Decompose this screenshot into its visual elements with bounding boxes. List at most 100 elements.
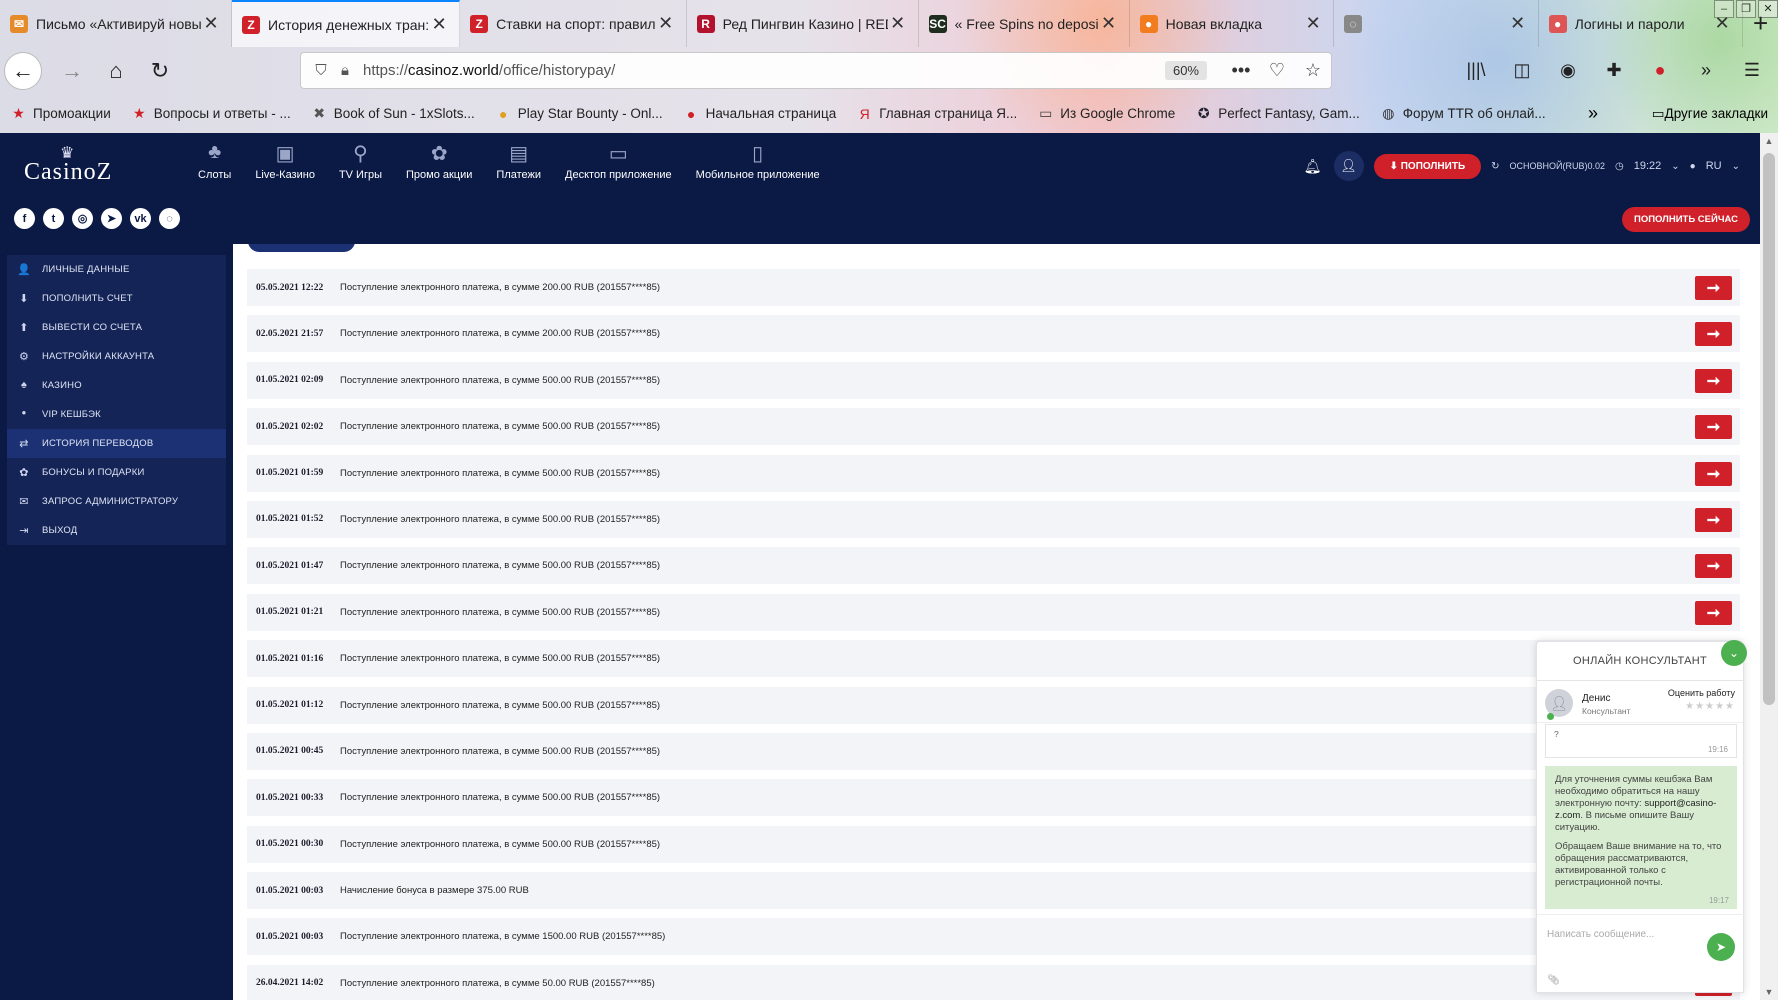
download-icon: ⬇ bbox=[19, 292, 29, 305]
scrollbar-thumb[interactable] bbox=[1763, 153, 1775, 705]
browser-tab[interactable]: Z Ставки на спорт: правил ✕ bbox=[460, 0, 687, 47]
browser-tab[interactable]: ◌ ✕ bbox=[1334, 0, 1539, 47]
deposit-now-button[interactable]: ПОПОЛНИТЬ СЕЙЧАС bbox=[1621, 207, 1750, 232]
chat-message-input[interactable]: Написать сообщение... bbox=[1547, 929, 1654, 940]
details-arrow-button[interactable]: ➞ bbox=[1695, 276, 1732, 300]
sidebar-icon[interactable]: ◫ bbox=[1506, 53, 1538, 87]
clock-time[interactable]: 19:22 bbox=[1634, 160, 1662, 172]
sidebar-item[interactable]: ● VIP кешбэк bbox=[7, 400, 226, 429]
scroll-down-icon[interactable]: ▼ bbox=[1760, 984, 1778, 1000]
zoom-level[interactable]: 60% bbox=[1164, 61, 1207, 80]
menu-icon[interactable]: ☰ bbox=[1736, 53, 1768, 87]
close-icon[interactable]: ✕ bbox=[1712, 13, 1732, 34]
nav-item[interactable]: ⚲ TV Игры bbox=[327, 141, 394, 181]
sidebar-item[interactable]: ✉ Запрос администратору bbox=[7, 487, 226, 516]
details-arrow-button[interactable]: ➞ bbox=[1695, 368, 1732, 393]
close-icon[interactable]: ✕ bbox=[888, 13, 908, 34]
user-icon[interactable]: 👤︎ bbox=[1333, 151, 1364, 181]
bookmark-item[interactable]: ▭ Из Google Chrome bbox=[1037, 105, 1175, 122]
casinoz-logo[interactable]: ♛ CasinoZ bbox=[24, 143, 120, 189]
overflow-icon[interactable]: » bbox=[1690, 53, 1722, 87]
details-arrow-button[interactable]: ➞ bbox=[1695, 322, 1732, 347]
facebook-icon[interactable]: f bbox=[14, 208, 35, 229]
bookmark-item[interactable]: ● Play Star Bounty - Onl... bbox=[495, 105, 663, 122]
vk-icon[interactable]: vk bbox=[130, 208, 151, 229]
message-text: Для уточнения суммы кешбэка Вам необходи… bbox=[1555, 774, 1717, 833]
more-actions-icon[interactable]: ••• bbox=[1223, 60, 1259, 81]
sidebar-item[interactable]: ⇄ История переводов bbox=[7, 429, 226, 458]
chat-bubble-icon[interactable]: ◌ bbox=[159, 208, 180, 229]
browser-tab[interactable]: SC « Free Spins no deposi ✕ bbox=[919, 0, 1130, 47]
rating-stars[interactable]: ★★★★★ bbox=[1685, 701, 1735, 712]
url-text[interactable]: https://casinoz.world/office/historypay/ bbox=[363, 62, 1165, 79]
tab-virtual-account[interactable]: ВИРТУАЛЬНЫЙ СЧЕТ bbox=[365, 244, 487, 252]
close-icon[interactable]: ✕ bbox=[429, 14, 449, 35]
address-bar[interactable]: ⛉ 🔒︎ https://casinoz.world/office/histor… bbox=[300, 52, 1332, 89]
twitter-icon[interactable]: t bbox=[43, 208, 64, 229]
deposit-button[interactable]: ⬇ ПОПОЛНИТЬ bbox=[1373, 153, 1482, 179]
language-select[interactable]: RU bbox=[1706, 160, 1722, 172]
details-arrow-button[interactable]: ➞ bbox=[1695, 554, 1732, 579]
page-scrollbar[interactable]: ▲ ▼ bbox=[1760, 133, 1778, 1000]
pocket-icon[interactable]: ♡ bbox=[1259, 60, 1295, 81]
overflow-chevron-icon[interactable]: » bbox=[1588, 103, 1598, 124]
details-arrow-button[interactable]: ➞ bbox=[1695, 600, 1732, 625]
reload-icon[interactable]: ↻ bbox=[138, 51, 182, 91]
bookmark-item[interactable]: ✪ Perfect Fantasy, Gam... bbox=[1195, 105, 1360, 122]
close-icon[interactable]: ✕ bbox=[1508, 13, 1528, 34]
opera-icon[interactable]: ● bbox=[1644, 53, 1676, 87]
browser-tab[interactable]: ● Логины и пароли ✕ bbox=[1539, 0, 1744, 47]
details-arrow-button[interactable]: ➞ bbox=[1695, 415, 1732, 440]
extensions-icon[interactable]: ✚ bbox=[1598, 53, 1630, 87]
browser-tab[interactable]: ✉ Письмо «Активируй новы ✕ bbox=[0, 0, 232, 47]
instagram-icon[interactable]: ◎ bbox=[72, 208, 93, 229]
other-bookmarks[interactable]: ▭ Другие закладки bbox=[1652, 106, 1768, 122]
sidebar-item[interactable]: ⬆ Вывести со счета bbox=[7, 313, 226, 342]
lock-icon[interactable]: 🔒︎ bbox=[341, 62, 363, 79]
details-arrow-button[interactable]: ➞ bbox=[1695, 461, 1732, 486]
telegram-icon[interactable]: ➤ bbox=[101, 208, 122, 229]
bookmark-item[interactable]: ★ Вопросы и ответы - ... bbox=[131, 105, 291, 122]
forward-arrow-icon[interactable]: → bbox=[50, 51, 94, 91]
vpn-icon[interactable]: ◉ bbox=[1552, 53, 1584, 87]
tab-main-account[interactable]: ОСНОВНОЙ СЧЕТ bbox=[248, 244, 356, 252]
account-balance[interactable]: ОСНОВНОЙ(RUB)0.02 bbox=[1510, 161, 1605, 171]
browser-tab[interactable]: R Ред Пингвин Казино | RED ✕ bbox=[687, 0, 919, 47]
sidebar-item[interactable]: ⬇ Пополнить счет bbox=[7, 284, 226, 313]
library-icon[interactable]: |||\ bbox=[1460, 53, 1492, 87]
browser-tab[interactable]: Z История денежных тран: ✕ bbox=[232, 0, 461, 47]
nav-item[interactable]: ▣ Live-Казино bbox=[243, 141, 327, 181]
back-arrow-icon[interactable]: ← bbox=[4, 51, 42, 90]
nav-item[interactable]: ♣ Слоты bbox=[186, 141, 243, 181]
bell-icon[interactable]: 🔔︎ bbox=[1302, 158, 1324, 175]
refresh-balance-icon[interactable]: ↻ bbox=[1491, 161, 1499, 172]
new-tab-icon[interactable]: + bbox=[1743, 0, 1778, 47]
nav-item[interactable]: ✿ Промо акции bbox=[394, 141, 484, 181]
bookmark-star-icon[interactable]: ☆ bbox=[1295, 60, 1331, 81]
sidebar-item[interactable]: 👤 Личные данные bbox=[7, 255, 226, 284]
attach-icon[interactable]: 📎︎ bbox=[1547, 975, 1560, 986]
collapse-chevron-icon[interactable]: ⌄ bbox=[1721, 640, 1747, 666]
close-icon[interactable]: ✕ bbox=[656, 13, 676, 34]
nav-item[interactable]: ▯ Мобильное приложение bbox=[684, 141, 832, 181]
sidebar-item[interactable]: ✿ Бонусы и подарки bbox=[7, 458, 226, 487]
close-icon[interactable]: ✕ bbox=[1099, 13, 1119, 34]
close-icon[interactable]: ✕ bbox=[201, 13, 221, 34]
sidebar-item[interactable]: ⚙ Настройки аккаунта bbox=[7, 342, 226, 371]
bookmark-item[interactable]: ★ Промоакции bbox=[10, 105, 111, 122]
sidebar-item[interactable]: ⇥ Выход bbox=[7, 516, 226, 545]
scroll-up-icon[interactable]: ▲ bbox=[1760, 133, 1778, 149]
nav-item[interactable]: ▤ Платежи bbox=[484, 141, 553, 181]
home-icon[interactable]: ⌂ bbox=[94, 51, 138, 91]
shield-icon[interactable]: ⛉ bbox=[301, 62, 341, 79]
send-icon[interactable]: ➤ bbox=[1707, 933, 1735, 961]
bookmark-item[interactable]: ◍ Форум TTR об онлай... bbox=[1380, 105, 1546, 122]
bookmark-item[interactable]: ✖ Book of Sun - 1xSlots... bbox=[311, 105, 474, 122]
close-icon[interactable]: ✕ bbox=[1303, 13, 1323, 34]
sidebar-item[interactable]: ♠ Казино bbox=[7, 371, 226, 400]
details-arrow-button[interactable]: ➞ bbox=[1695, 507, 1732, 532]
bookmark-item[interactable]: ● Начальная страница bbox=[683, 105, 836, 122]
nav-item[interactable]: ▭ Десктоп приложение bbox=[553, 141, 684, 181]
browser-tab[interactable]: ● Новая вкладка ✕ bbox=[1130, 0, 1335, 47]
bookmark-item[interactable]: Я Главная страница Я... bbox=[856, 105, 1018, 122]
